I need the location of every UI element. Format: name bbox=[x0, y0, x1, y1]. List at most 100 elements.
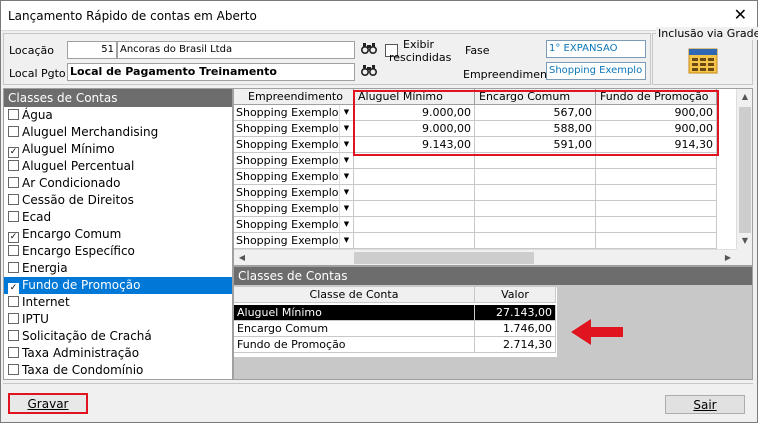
scroll-down-icon[interactable]: ▼ bbox=[737, 233, 752, 249]
scroll-up-icon[interactable]: ▲ bbox=[737, 89, 752, 105]
unchecked-checkbox[interactable] bbox=[8, 330, 19, 341]
grid-cell-text: Shopping Exemplo bbox=[236, 218, 339, 231]
grid-column-header[interactable]: Empreendimento bbox=[234, 89, 354, 105]
grid-value-cell[interactable] bbox=[596, 233, 717, 249]
grid-value-cell[interactable] bbox=[596, 217, 717, 233]
grid-value-cell[interactable] bbox=[596, 169, 717, 185]
fase-field[interactable]: 1° EXPANSAO bbox=[546, 40, 646, 58]
grid-value-cell[interactable] bbox=[354, 185, 475, 201]
checked-checkbox[interactable]: ✓ bbox=[8, 232, 19, 243]
class-item-label: Água bbox=[22, 108, 53, 122]
grid-hscrollbar[interactable]: ◀ ▶ bbox=[234, 249, 736, 265]
gravar-button[interactable]: Gravar bbox=[8, 393, 88, 414]
class-item[interactable]: Aluguel Percentual bbox=[4, 158, 232, 175]
class-item[interactable]: Aluguel Merchandising bbox=[4, 124, 232, 141]
local-pgto-label: Local Pgto bbox=[9, 67, 66, 80]
grid-empreendimento-cell[interactable]: Shopping Exemplo ▼ bbox=[234, 121, 354, 137]
grid-empreendimento-cell[interactable]: Shopping Exemplo ▼ bbox=[234, 233, 354, 249]
class-item[interactable]: IPTU bbox=[4, 311, 232, 328]
unchecked-checkbox[interactable] bbox=[8, 194, 19, 205]
grid-value-cell[interactable] bbox=[354, 201, 475, 217]
grid-empreendimento-cell[interactable]: Shopping Exemplo ▼ bbox=[234, 105, 354, 121]
grid-empreendimento-cell[interactable]: Shopping Exemplo ▼ bbox=[234, 137, 354, 153]
class-item[interactable]: Encargo Específico bbox=[4, 243, 232, 260]
grid-empreendimento-cell[interactable]: Shopping Exemplo ▼ bbox=[234, 185, 354, 201]
grid-value-cell[interactable] bbox=[475, 233, 596, 249]
grid-cell-text: Shopping Exemplo bbox=[236, 122, 339, 135]
class-item[interactable]: Ar Condicionado bbox=[4, 175, 232, 192]
unchecked-checkbox[interactable] bbox=[8, 245, 19, 256]
locacao-code-field[interactable]: 51 bbox=[67, 41, 117, 59]
unchecked-checkbox[interactable] bbox=[8, 109, 19, 120]
locacao-search-icon[interactable] bbox=[359, 41, 379, 59]
grid-vscrollbar[interactable]: ▲ ▼ bbox=[736, 89, 752, 249]
unchecked-checkbox[interactable] bbox=[8, 364, 19, 375]
scroll-right-icon[interactable]: ▶ bbox=[720, 250, 736, 265]
class-item[interactable]: Cessão de Direitos bbox=[4, 192, 232, 209]
unchecked-checkbox[interactable] bbox=[8, 177, 19, 188]
class-item[interactable]: ✓ Encargo Comum bbox=[4, 226, 232, 243]
class-item[interactable]: Internet bbox=[4, 294, 232, 311]
unchecked-checkbox[interactable] bbox=[8, 347, 19, 358]
class-item[interactable]: Taxa de Condomínio bbox=[4, 362, 232, 379]
unchecked-checkbox[interactable] bbox=[8, 313, 19, 324]
dropdown-arrow-icon[interactable]: ▼ bbox=[339, 201, 353, 216]
grid-vscroll-thumb[interactable] bbox=[739, 107, 751, 235]
local-pgto-field[interactable]: Local de Pagamento Treinamento bbox=[67, 63, 355, 81]
grid-value-cell[interactable] bbox=[475, 201, 596, 217]
local-pgto-search-icon[interactable] bbox=[359, 63, 379, 81]
dropdown-arrow-icon[interactable]: ▼ bbox=[339, 185, 353, 200]
dropdown-arrow-icon[interactable]: ▼ bbox=[339, 105, 353, 120]
summary-column-header[interactable]: Valor bbox=[475, 287, 556, 303]
grid-empreendimento-cell[interactable]: Shopping Exemplo ▼ bbox=[234, 201, 354, 217]
grid-value-cell[interactable] bbox=[354, 233, 475, 249]
grid-cell-text: Shopping Exemplo bbox=[236, 106, 339, 119]
unchecked-checkbox[interactable] bbox=[8, 296, 19, 307]
locacao-name-field[interactable]: Ancoras do Brasil Ltda bbox=[117, 41, 355, 59]
grid-empreendimento-cell[interactable]: Shopping Exemplo ▼ bbox=[234, 169, 354, 185]
grid-value-cell[interactable] bbox=[475, 217, 596, 233]
summary-row[interactable]: Aluguel Mínimo 27.143,00 bbox=[234, 305, 556, 321]
class-item[interactable]: Energia bbox=[4, 260, 232, 277]
checked-checkbox[interactable]: ✓ bbox=[8, 283, 19, 294]
class-item[interactable]: Solicitação de Crachá bbox=[4, 328, 232, 345]
class-item[interactable]: Taxa Administração bbox=[4, 345, 232, 362]
dropdown-arrow-icon[interactable]: ▼ bbox=[339, 169, 353, 184]
grid-value-cell[interactable] bbox=[354, 169, 475, 185]
sair-button[interactable]: Sair bbox=[665, 395, 745, 414]
class-item[interactable]: Ecad bbox=[4, 209, 232, 226]
grid-value-cell[interactable] bbox=[475, 185, 596, 201]
checked-checkbox[interactable]: ✓ bbox=[8, 147, 19, 158]
classes-panel-header: Classes de Contas bbox=[4, 89, 232, 107]
class-item-label: Cessão de Direitos bbox=[22, 193, 134, 207]
unchecked-checkbox[interactable] bbox=[8, 126, 19, 137]
grid-empreendimento-cell[interactable]: Shopping Exemplo ▼ bbox=[234, 153, 354, 169]
dropdown-arrow-icon[interactable]: ▼ bbox=[339, 153, 353, 168]
class-item-label: Taxa de Condomínio bbox=[22, 363, 144, 377]
unchecked-checkbox[interactable] bbox=[8, 160, 19, 171]
summary-row[interactable]: Fundo de Promoção 2.714,30 bbox=[234, 337, 556, 353]
grid-value-cell[interactable] bbox=[475, 169, 596, 185]
grid-include-icon[interactable] bbox=[688, 48, 718, 74]
unchecked-checkbox[interactable] bbox=[8, 211, 19, 222]
dropdown-arrow-icon[interactable]: ▼ bbox=[339, 217, 353, 232]
class-item[interactable]: ✓ Aluguel Mínimo bbox=[4, 141, 232, 158]
unchecked-checkbox[interactable] bbox=[8, 262, 19, 273]
dropdown-arrow-icon[interactable]: ▼ bbox=[339, 233, 353, 248]
grid-value-cell[interactable] bbox=[354, 217, 475, 233]
grid-value-cell[interactable] bbox=[596, 201, 717, 217]
class-item[interactable]: Água bbox=[4, 107, 232, 124]
grid-value-cell[interactable] bbox=[596, 185, 717, 201]
dropdown-arrow-icon[interactable]: ▼ bbox=[339, 137, 353, 152]
scroll-left-icon[interactable]: ◀ bbox=[234, 250, 250, 265]
summary-row[interactable]: Encargo Comum 1.746,00 bbox=[234, 321, 556, 337]
grid-empreendimento-cell[interactable]: Shopping Exemplo ▼ bbox=[234, 217, 354, 233]
summary-column-header[interactable]: Classe de Conta bbox=[234, 287, 475, 303]
dropdown-arrow-icon[interactable]: ▼ bbox=[339, 121, 353, 136]
grid-hscroll-thumb[interactable] bbox=[354, 252, 534, 264]
summary-class-name: Aluguel Mínimo bbox=[234, 305, 475, 321]
close-icon[interactable]: ✕ bbox=[734, 5, 747, 24]
grid-cell-text: Shopping Exemplo bbox=[236, 138, 339, 151]
empreendimento-field[interactable]: Shopping Exemplo bbox=[546, 62, 646, 80]
class-item[interactable]: ✓ Fundo de Promoção bbox=[4, 277, 232, 294]
